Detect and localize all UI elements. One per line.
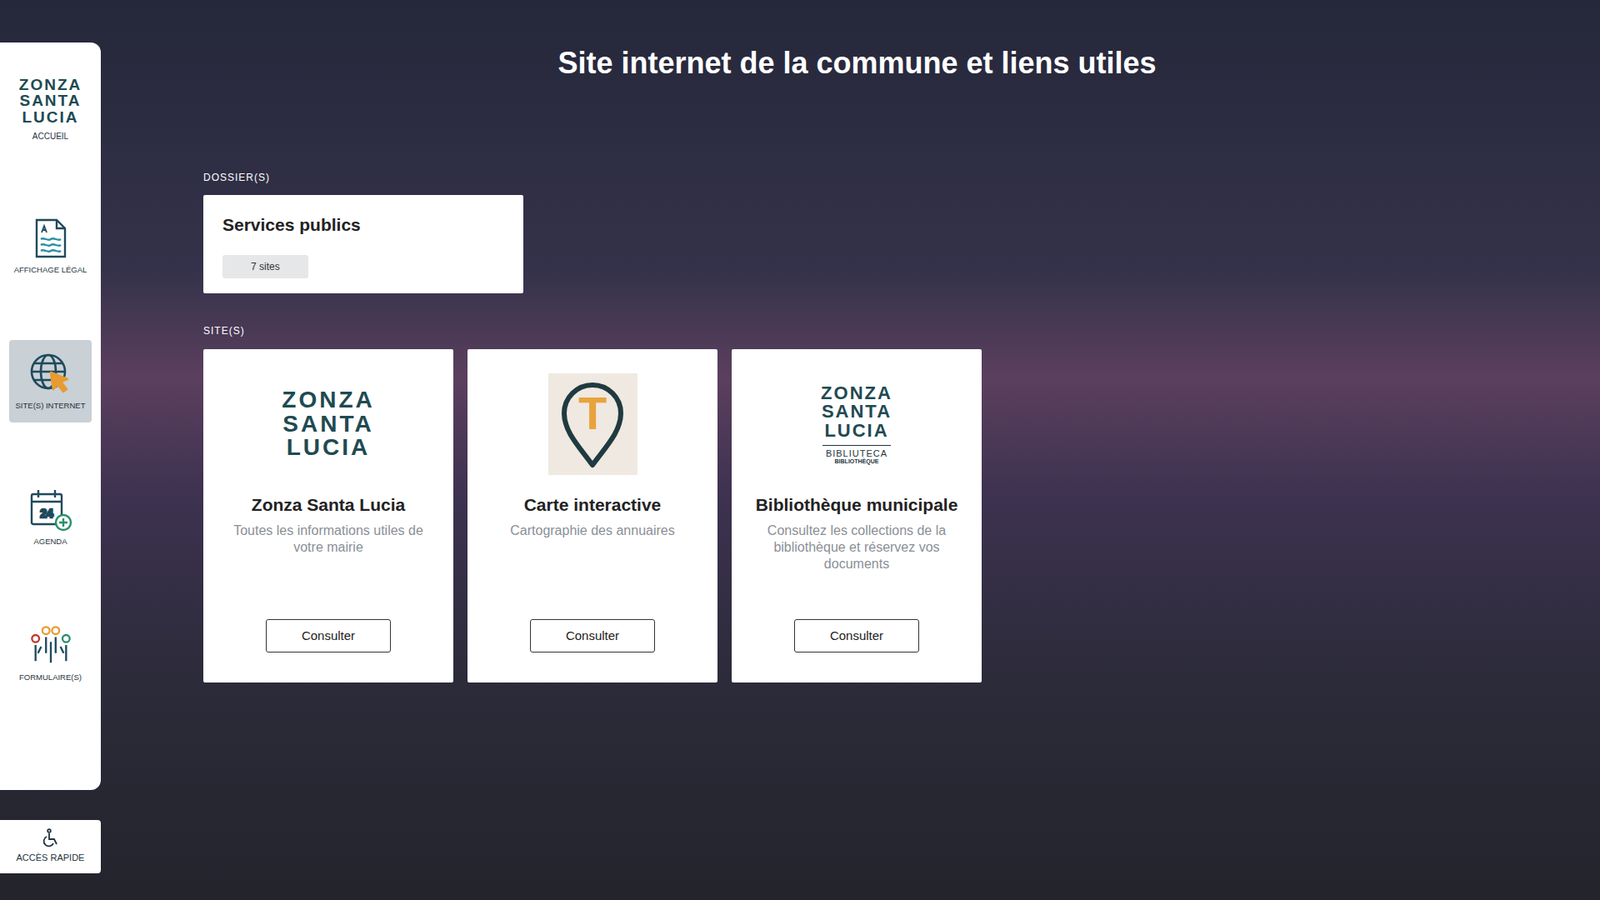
content: DOSSIER(S) Services publics 7 sites SITE(S)… (100, 80, 1600, 683)
site-card: T Carte interactive Cartographie des annua… (467, 349, 718, 683)
left-column: ZONZASANTALUCIA ACCUEIL AFFICHAGE LÉGAL SIT… (0, 0, 101, 900)
people-icon (28, 623, 74, 669)
calendar-icon: 24 (28, 487, 74, 533)
logo-line: LUCIA (286, 435, 371, 460)
library-logo: ZONZASANTALUCIA BIBLIUTECABIBLIOTHÈQUE (820, 384, 893, 465)
sites: ZONZASANTALUCIAZonza Santa LuciaToutes l… (203, 349, 1600, 683)
site-title: Carte interactive (524, 494, 662, 516)
document-icon (28, 215, 74, 261)
logo-line: ZONZA (820, 384, 893, 403)
consult-button[interactable]: Consulter (530, 619, 655, 653)
main-content: Site internet de la commune et liens uti… (100, 0, 1600, 900)
site-card: ZONZASANTALUCIA Zonza Santa Lucia Toutes l… (203, 349, 454, 683)
globe-cursor-icon (28, 351, 74, 397)
sidebar-label: AGENDA (33, 537, 67, 546)
commune-wordmark: ZONZASANTALUCIA (281, 388, 375, 460)
consult-button[interactable]: Consulter (794, 619, 920, 653)
logo-line: ZONZA (19, 76, 82, 93)
title-row: Site internet de la commune et liens uti… (100, 0, 1600, 81)
site-description: Consultez les collections de la biblioth… (745, 522, 969, 573)
logo-line: SANTA (19, 92, 81, 109)
sidebar: ZONZASANTALUCIA ACCUEIL AFFICHAGE LÉGAL SIT… (0, 42, 101, 790)
sidebar-label: AFFICHAGE LÉGAL (14, 265, 88, 275)
site-logo: ZONZASANTALUCIA BIBLIUTECABIBLIOTHÈQUE (820, 372, 893, 476)
home-label: ACCUEIL (32, 130, 69, 143)
sidebar-item[interactable]: AFFICHAGE LÉGAL (9, 204, 92, 287)
logo-line: SANTA (821, 402, 892, 421)
map-pin-icon: T (548, 373, 638, 475)
logo-sub: BIBLIOTHÈQUE (835, 458, 880, 465)
sidebar-item[interactable]: 24 AGENDA (9, 475, 92, 559)
page-title: Site internet de la commune et liens uti… (557, 45, 1156, 81)
consult-button[interactable]: Consulter (265, 619, 391, 653)
sidebar-item[interactable]: SITE(S) INTERNET (9, 340, 92, 423)
logo-line: LUCIA (824, 421, 889, 440)
library-wordmark: ZONZASANTALUCIA (820, 384, 893, 440)
site-description: Toutes les informations utiles de votre … (216, 522, 440, 556)
logo-rule (822, 445, 891, 446)
site-description: Cartographie des annuaires (503, 522, 681, 540)
sidebar-label: FORMULAIRE(S) (19, 673, 82, 682)
site-card: ZONZASANTALUCIA BIBLIUTECABIBLIOTHÈQUE Bib… (731, 349, 982, 683)
quick-access-label: ACCÈS RAPIDE (16, 850, 85, 865)
site-logo: T (548, 372, 638, 476)
logo-line: LUCIA (21, 109, 79, 125)
wheelchair-icon (40, 828, 61, 849)
sidebar-item[interactable]: FORMULAIRE(S) (9, 611, 92, 695)
logo-line: ZONZA (281, 388, 375, 413)
calendar-day: 24 (40, 506, 54, 520)
sites-label: SITE(S) (203, 323, 1600, 339)
folders: Services publics 7 sites (203, 195, 1600, 294)
folder-count: 7 sites (222, 255, 309, 279)
sidebar-items: AFFICHAGE LÉGAL SITE(S) INTERNET 24 AGENDA F… (9, 204, 92, 695)
folders-label: DOSSIER(S) (203, 170, 1600, 185)
pin-letter: T (548, 390, 638, 437)
site-logo: ZONZASANTALUCIA (281, 372, 375, 476)
folder-title: Services publics (222, 211, 505, 239)
logo-sub: BIBLIUTECA (825, 448, 888, 459)
commune-logo: ZONZASANTALUCIA (19, 76, 82, 125)
folder-card[interactable]: Services publics 7 sites (203, 195, 524, 294)
quick-access-button[interactable]: ACCÈS RAPIDE (0, 820, 101, 874)
logo-line: SANTA (282, 412, 374, 437)
site-title: Bibliothèque municipale (755, 494, 959, 516)
site-title: Zonza Santa Lucia (251, 494, 405, 516)
sidebar-label: SITE(S) INTERNET (15, 401, 86, 410)
home-link[interactable]: ZONZASANTALUCIA ACCUEIL (19, 74, 82, 145)
